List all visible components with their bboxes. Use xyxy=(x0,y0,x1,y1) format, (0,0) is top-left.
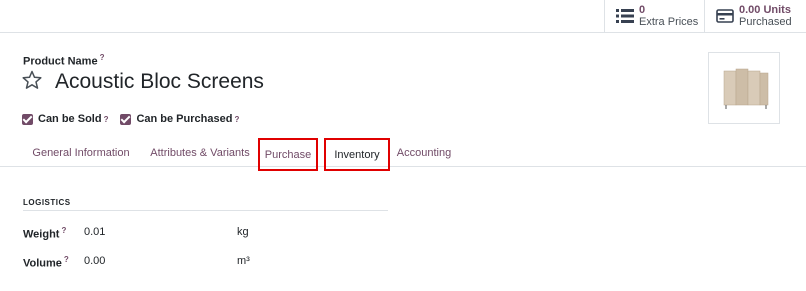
product-name-label: Product Name? xyxy=(23,53,104,68)
checkbox-checked-icon[interactable] xyxy=(22,113,33,125)
product-tabs: General Information Attributes & Variant… xyxy=(0,138,806,171)
purchased-label: Purchased xyxy=(739,16,792,28)
volume-unit: m³ xyxy=(237,255,250,267)
tab-attributes-variants[interactable]: Attributes & Variants xyxy=(142,139,258,167)
volume-input[interactable]: 0.00 xyxy=(84,255,164,267)
logistics-section-title: LOGISTICS xyxy=(23,198,388,211)
tab-general-information[interactable]: General Information xyxy=(23,139,139,167)
product-name-label-text: Product Name xyxy=(23,55,98,68)
weight-label: Weight? xyxy=(23,226,83,241)
can-be-purchased-label: Can be Purchased xyxy=(136,113,233,125)
weight-label-text: Weight xyxy=(23,228,60,241)
help-tooltip-icon[interactable]: ? xyxy=(104,115,109,124)
can-be-purchased-checkbox[interactable]: Can be Purchased? xyxy=(120,113,239,125)
stat-bar: 0 Extra Prices 0.00 Units Purchased xyxy=(0,0,806,33)
help-tooltip-icon[interactable]: ? xyxy=(234,115,239,124)
checkbox-checked-icon[interactable] xyxy=(120,113,132,125)
product-name-field[interactable]: Acoustic Bloc Screens xyxy=(55,70,264,94)
weight-unit: kg xyxy=(237,226,249,238)
tab-inventory[interactable]: Inventory xyxy=(324,138,390,171)
purchased-value: 0.00 Units xyxy=(739,4,791,16)
extra-prices-value: 0 xyxy=(639,4,646,16)
list-icon xyxy=(615,6,635,26)
extra-prices-button[interactable]: 0 Extra Prices xyxy=(604,0,704,32)
help-tooltip-icon[interactable]: ? xyxy=(100,53,105,62)
tab-purchase[interactable]: Purchase xyxy=(258,138,318,171)
extra-prices-label: Extra Prices xyxy=(639,16,699,28)
volume-label-text: Volume xyxy=(23,257,62,270)
weight-input[interactable]: 0.01 xyxy=(84,226,164,238)
product-image[interactable] xyxy=(708,52,780,124)
help-tooltip-icon[interactable]: ? xyxy=(64,255,69,264)
purchased-button[interactable]: 0.00 Units Purchased xyxy=(704,0,806,32)
sale-purchase-options: Can be Sold? Can be Purchased? xyxy=(22,113,251,125)
can-be-sold-label: Can be Sold xyxy=(38,113,102,125)
can-be-sold-checkbox[interactable]: Can be Sold? xyxy=(22,113,108,125)
tab-accounting[interactable]: Accounting xyxy=(392,139,456,167)
favorite-star-icon[interactable] xyxy=(22,70,42,90)
volume-label: Volume? xyxy=(23,255,83,270)
help-tooltip-icon[interactable]: ? xyxy=(61,226,66,235)
credit-card-icon xyxy=(715,6,735,26)
